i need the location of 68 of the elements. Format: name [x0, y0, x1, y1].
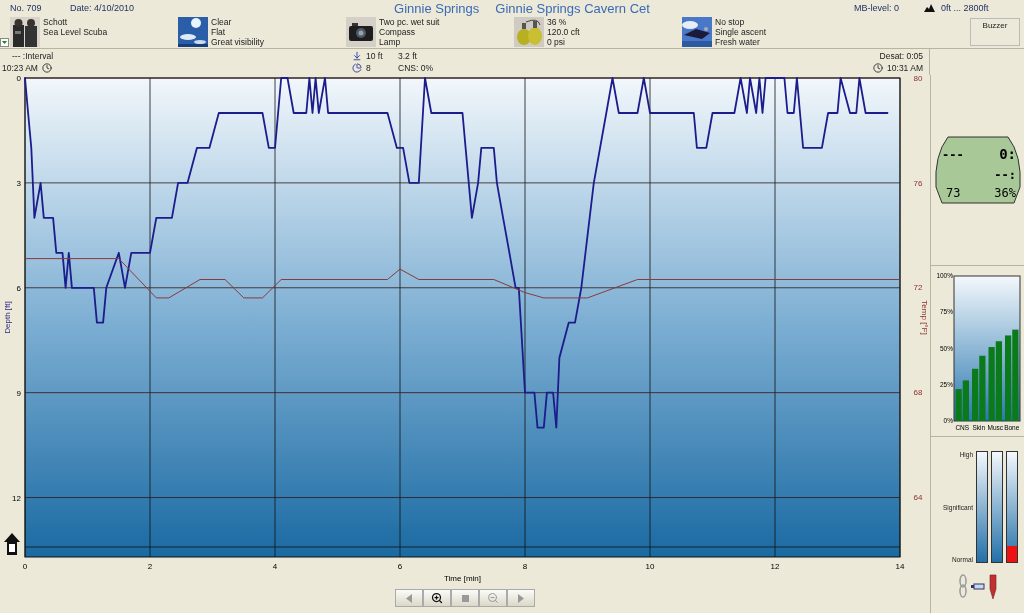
- dive-computer-display: --- 0: --: 73 36%: [933, 135, 1022, 205]
- axis-tick-label: 8: [522, 562, 528, 571]
- axis-tick-label: 10: [645, 562, 655, 571]
- dive-date: Date: 4/10/2010: [70, 3, 136, 13]
- cns-value: CNS: 0%: [398, 63, 433, 73]
- axis-tick-label: 76: [913, 178, 923, 188]
- axis-tick-label: 0: [16, 75, 21, 83]
- altitude-range: 0ft ... 2800ft: [941, 3, 989, 13]
- caret-icon: [2, 40, 7, 44]
- desat-time: Desat: 0:05: [879, 51, 923, 61]
- mb-level: MB-level: 0: [853, 3, 900, 13]
- axis-tick-label: 6: [397, 562, 403, 571]
- axis-title: Temp [°F]: [920, 300, 929, 335]
- info-text: Fresh water: [715, 37, 761, 47]
- dropdown-button[interactable]: [0, 37, 9, 47]
- axis-tick-label: 12: [12, 493, 21, 503]
- info-text: 36 %: [547, 17, 568, 27]
- navigation-button[interactable]: [423, 589, 451, 607]
- info-text: No stop: [715, 17, 746, 27]
- info-text: Compass: [379, 27, 416, 37]
- info-text: Great visibility: [211, 37, 264, 47]
- axis-tick-label: 68: [913, 388, 923, 398]
- axis-title: Depth [ft]: [3, 301, 12, 334]
- info-text: Single ascent: [715, 27, 767, 37]
- axis-tick-label: 64: [913, 492, 923, 502]
- info-text: 0 psi: [547, 37, 566, 47]
- axis-tick-label: 6: [16, 283, 21, 293]
- axis-tick-label: 14: [895, 562, 905, 571]
- interval-text: --- :Interval: [12, 51, 54, 61]
- tool-icon: [988, 573, 997, 599]
- chain-icon: [958, 574, 967, 598]
- dive-number: No. 709: [10, 3, 43, 13]
- info-text: Two pc. wet suit: [379, 17, 440, 27]
- info-text: Flat: [211, 27, 227, 37]
- depth-icon: [352, 51, 362, 61]
- cylinder-icon: [970, 582, 985, 590]
- dive-site: Ginnie Springs: [394, 0, 480, 16]
- clock-icon: [41, 63, 52, 73]
- mountain-icon: [924, 4, 935, 12]
- axis-tick-label: 3: [16, 178, 21, 188]
- axis-tick-label: 9: [16, 388, 21, 398]
- axis-tick-label: 4: [272, 562, 278, 571]
- axis-tick-label: 2: [147, 562, 153, 571]
- clock-icon: [873, 63, 884, 73]
- zoom-in-icon: [431, 592, 443, 604]
- end-time: 10:31 AM: [887, 63, 923, 73]
- axis-tick-label: 12: [770, 562, 780, 571]
- dive-location: Ginnie Springs Cavern Cet: [495, 0, 650, 16]
- right-triangle-icon: [518, 593, 524, 603]
- axis-title: Time [min]: [444, 574, 481, 583]
- axis-tick-label: 0: [22, 562, 28, 571]
- start-time: 10:23 AM: [2, 63, 38, 73]
- surface-icon[interactable]: [4, 533, 20, 555]
- stop-icon: [461, 594, 469, 602]
- axis-tick-label: 80: [913, 75, 923, 83]
- axis-tick-label: 72: [913, 283, 923, 293]
- dive-count: 8: [366, 63, 372, 73]
- info-text: Clear: [211, 17, 233, 27]
- info-text: 120.0 cft: [547, 27, 580, 37]
- zoom-out-icon: [487, 592, 499, 604]
- info-text: Sea Level Scuba: [43, 27, 108, 37]
- pie-icon: [352, 63, 362, 73]
- left-triangle-icon: [406, 593, 412, 603]
- max-depth: 10 ft: [366, 51, 384, 61]
- info-text: Schott: [43, 17, 69, 27]
- info-text: Lamp: [379, 37, 402, 47]
- average-depth: 3.2 ft: [398, 51, 417, 61]
- buzzer-panel: Buzzer: [970, 18, 1020, 46]
